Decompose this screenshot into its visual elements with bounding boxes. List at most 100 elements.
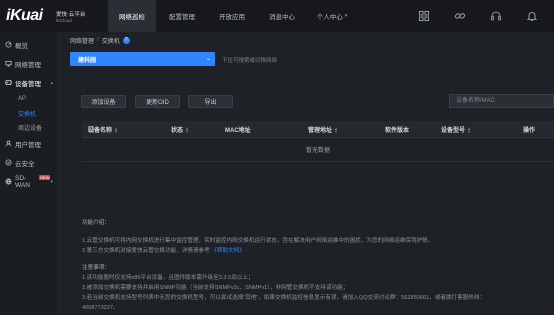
column-manage-address[interactable]: 管理地址 ▲ ▼ <box>308 121 338 138</box>
site-select[interactable]: 建科园 ⌄ <box>70 52 215 66</box>
button-label: 添加设备 <box>91 100 116 106</box>
sidebar-item-label: SD-WAN <box>15 174 30 189</box>
sort-icon: ▲ ▼ <box>467 125 471 134</box>
column-label: 软件版本 <box>385 128 410 134</box>
sidebar-subitem-ap[interactable]: AP <box>0 92 57 106</box>
top-icons <box>418 0 538 32</box>
sidebar: 概览 网络管理 设备管理 ▴ AP 交换机 周边设备 用户管理 云安全 SD-W… <box>0 32 57 315</box>
bell-icon[interactable] <box>526 10 538 22</box>
sidebar-item-label: 云安全 <box>15 160 35 168</box>
sidebar-subitem-label: 周边设备 <box>18 125 43 132</box>
brand-name: 爱快·云平台 iKCloud <box>56 0 108 32</box>
brand-subtitle: iKCloud <box>56 17 72 23</box>
sidebar-item-network[interactable]: 网络管理 <box>0 54 57 73</box>
breadcrumb-network[interactable]: 网络管理 <box>70 36 94 45</box>
table-empty: 暂无数据 <box>82 138 554 162</box>
help-icon[interactable]: ? <box>122 36 130 44</box>
nav-open-apps[interactable]: 开放应用 <box>208 0 256 32</box>
sidebar-item-cloud-security[interactable]: 云安全 <box>0 153 57 172</box>
help-doc-link[interactable]: 《帮助文档》 <box>211 248 245 254</box>
table-header: 设备名称 ▲ ▼ 状态 ▲ ▼ MAC地址 管理地址 ▲ ▼ 软件版本 设备型号 ▲ ▼ 操作 <box>82 121 554 138</box>
sidebar-item-label: 网络管理 <box>15 61 41 69</box>
column-actions: 操作 <box>523 121 535 138</box>
nav-label: 个人中心 <box>316 14 343 21</box>
note-4: 4008773227。 <box>82 304 119 311</box>
info-title: 功能介绍： <box>82 220 110 226</box>
column-device-model[interactable]: 设备型号 ▲ ▼ <box>441 121 471 138</box>
breadcrumb-separator: / <box>97 37 99 43</box>
sidebar-item-sdwan[interactable]: SD-WAN NEW ▾ <box>0 172 57 191</box>
chevron-down-icon: ▾ <box>50 178 53 185</box>
user-icon <box>5 140 12 147</box>
logo[interactable]: iKuai <box>0 0 56 32</box>
sidebar-item-overview[interactable]: 概览 <box>0 35 57 54</box>
logo-text: iKuai <box>6 7 43 24</box>
sort-icon: ▲ ▼ <box>114 125 118 134</box>
nav-label: 网络巡检 <box>119 14 145 21</box>
breadcrumb-switch: 交换机 <box>101 38 120 45</box>
sidebar-item-user[interactable]: 用户管理 <box>0 134 57 153</box>
nav-message-center[interactable]: 消息中心 <box>258 0 306 32</box>
sidebar-item-device[interactable]: 设备管理 ▴ <box>0 73 57 92</box>
column-label: 管理地址 <box>308 128 333 134</box>
column-label: 设备名称 <box>88 128 113 134</box>
nav-label: 配置管理 <box>169 14 195 21</box>
button-label: 更新OID <box>146 100 169 106</box>
main-content: 网络管理 / 交换机 ? 建科园 ⌄ 下拉可搜索或切换网络 添加设备 更新OID… <box>57 32 554 315</box>
headset-icon[interactable] <box>490 10 502 22</box>
column-label: 状态 <box>171 128 184 134</box>
brand-title: 爱快·云平台 <box>56 11 86 18</box>
search-input[interactable] <box>449 94 554 108</box>
update-oid-button[interactable]: 更新OID <box>135 95 180 108</box>
note-1: 1.该功能暂时仅支持x86平台设备，且固件版本需升级至3.3.5及以上； <box>82 275 254 282</box>
link-icon[interactable] <box>454 10 466 22</box>
sidebar-subitem-label: 交换机 <box>18 111 37 118</box>
new-badge: NEW <box>39 175 51 180</box>
sort-icon: ▲ ▼ <box>185 125 189 134</box>
chevron-down-icon: ▾ <box>344 13 348 19</box>
nav-personal-center[interactable]: 个人中心 ▾ <box>308 0 356 32</box>
notes-title: 注意事项： <box>82 265 110 272</box>
cloud-security-icon <box>5 159 12 166</box>
sidebar-item-label: 概览 <box>15 42 28 50</box>
grid-icon[interactable] <box>418 10 430 22</box>
nav-label: 消息中心 <box>269 14 295 21</box>
column-mac: MAC地址 <box>225 121 251 138</box>
chevron-up-icon: ▴ <box>50 79 53 86</box>
breadcrumb: 网络管理 / 交换机 ? <box>70 35 130 45</box>
overview-icon <box>5 41 12 48</box>
device-icon <box>5 80 12 85</box>
column-software-version: 软件版本 <box>385 121 409 138</box>
add-device-button[interactable]: 添加设备 <box>81 95 126 108</box>
site-select-hint: 下拉可搜索或切换网络 <box>222 58 278 64</box>
network-icon <box>5 60 12 67</box>
column-status[interactable]: 状态 ▲ ▼ <box>171 121 189 138</box>
sort-icon: ▲ ▼ <box>334 125 338 134</box>
site-select-value: 建科园 <box>78 57 97 64</box>
top-bar: iKuai 爱快·云平台 iKCloud 网络巡检 配置管理 开放应用 消息中心… <box>0 0 554 32</box>
note-2: 2.被添加交换机需要支持并启用SNMP功能（当前支持SNMPv2c、SNMPv1… <box>82 284 349 291</box>
column-label: MAC地址 <box>225 128 251 134</box>
empty-text: 暂无数据 <box>305 148 330 154</box>
nav-config-management[interactable]: 配置管理 <box>158 0 206 32</box>
nav-network-inspection[interactable]: 网络巡检 <box>108 0 156 32</box>
chevron-down-icon: ⌄ <box>205 56 211 62</box>
info-intro-1: 1.云管交换机可将内网交换机进行集中监控管理，实时监控内网交换机运行状态，旨在解… <box>82 237 434 244</box>
column-label: 设备型号 <box>441 128 466 134</box>
sidebar-item-label: 设备管理 <box>15 80 41 88</box>
sidebar-item-label: 用户管理 <box>15 141 41 149</box>
button-label: 导出 <box>204 100 217 106</box>
info-intro-2: 2.第三方交换机对接爱快云管交换功能，详情请参考 《帮助文档》 <box>82 247 552 257</box>
note-3: 3.若当前交换机支持型号列表中无您的交换机型号，可以尝试选择“其他”，如果交换机… <box>82 294 486 301</box>
nav-label: 开放应用 <box>219 14 245 21</box>
info-intro-text: 2.第三方交换机对接爱快云管交换功能，详情请参考 <box>82 247 212 254</box>
column-device-name[interactable]: 设备名称 ▲ ▼ <box>88 121 118 138</box>
sidebar-subitem-peripheral[interactable]: 周边设备 <box>0 120 57 134</box>
export-button[interactable]: 导出 <box>188 95 233 108</box>
sidebar-subitem-label: AP <box>18 96 27 102</box>
sidebar-subitem-switch[interactable]: 交换机 <box>0 106 57 120</box>
column-label: 操作 <box>523 128 536 134</box>
main-nav: 网络巡检 配置管理 开放应用 消息中心 个人中心 ▾ <box>108 0 358 32</box>
info-panel: 功能介绍： 1.云管交换机可将内网交换机进行集中监控管理，实时监控内网交换机运行… <box>82 219 552 313</box>
